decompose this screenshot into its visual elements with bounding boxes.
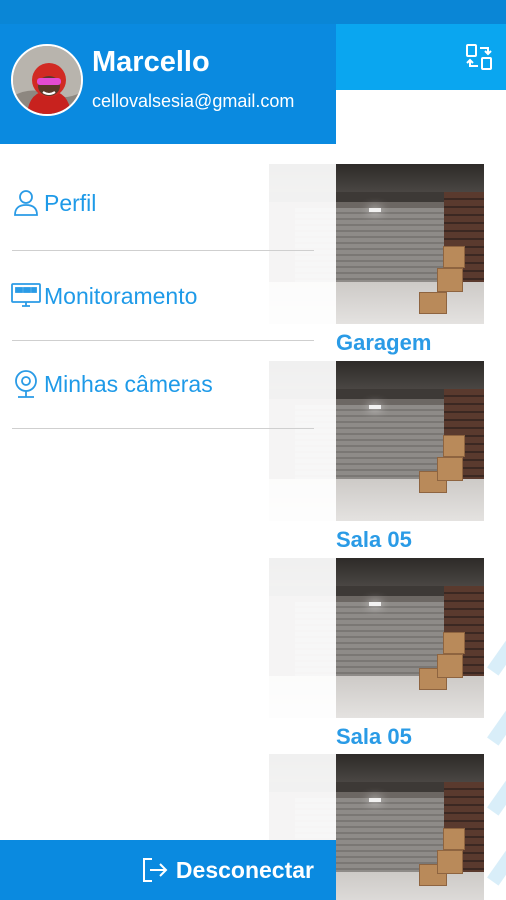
user-icon	[10, 187, 42, 219]
monitor-icon	[10, 280, 42, 312]
webcam-icon	[10, 368, 42, 400]
camera-name: Sala 05	[336, 527, 412, 552]
menu-item-label: Perfil	[44, 189, 97, 216]
menu-divider	[12, 428, 314, 429]
menu-item-label: Monitoramento	[44, 282, 198, 309]
menu-item-perfil[interactable]: Perfil	[10, 173, 314, 233]
camera-name: Garagem	[336, 330, 432, 355]
avatar-image	[13, 46, 81, 114]
switch-camera-icon	[466, 44, 492, 70]
user-email: cellovalsesia@gmail.com	[92, 91, 295, 111]
user-name: Marcello	[92, 46, 210, 78]
menu-divider	[12, 340, 314, 341]
status-bar	[0, 0, 506, 24]
navigation-drawer: Marcello cellovalsesia@gmail.com Perfil …	[0, 24, 336, 900]
menu-item-monitoramento[interactable]: Monitoramento	[10, 266, 314, 326]
switch-camera-button[interactable]	[462, 40, 496, 74]
logout-icon	[142, 858, 168, 882]
avatar[interactable]	[11, 44, 83, 116]
logout-button[interactable]: Desconectar	[0, 840, 336, 900]
logout-label: Desconectar	[175, 856, 314, 883]
menu-item-label: Minhas câmeras	[44, 370, 213, 397]
menu-divider	[12, 250, 314, 251]
drawer-header: Marcello cellovalsesia@gmail.com	[0, 24, 336, 144]
camera-name: Sala 05	[336, 724, 412, 749]
menu-item-minhas-cameras[interactable]: Minhas câmeras	[10, 354, 314, 414]
